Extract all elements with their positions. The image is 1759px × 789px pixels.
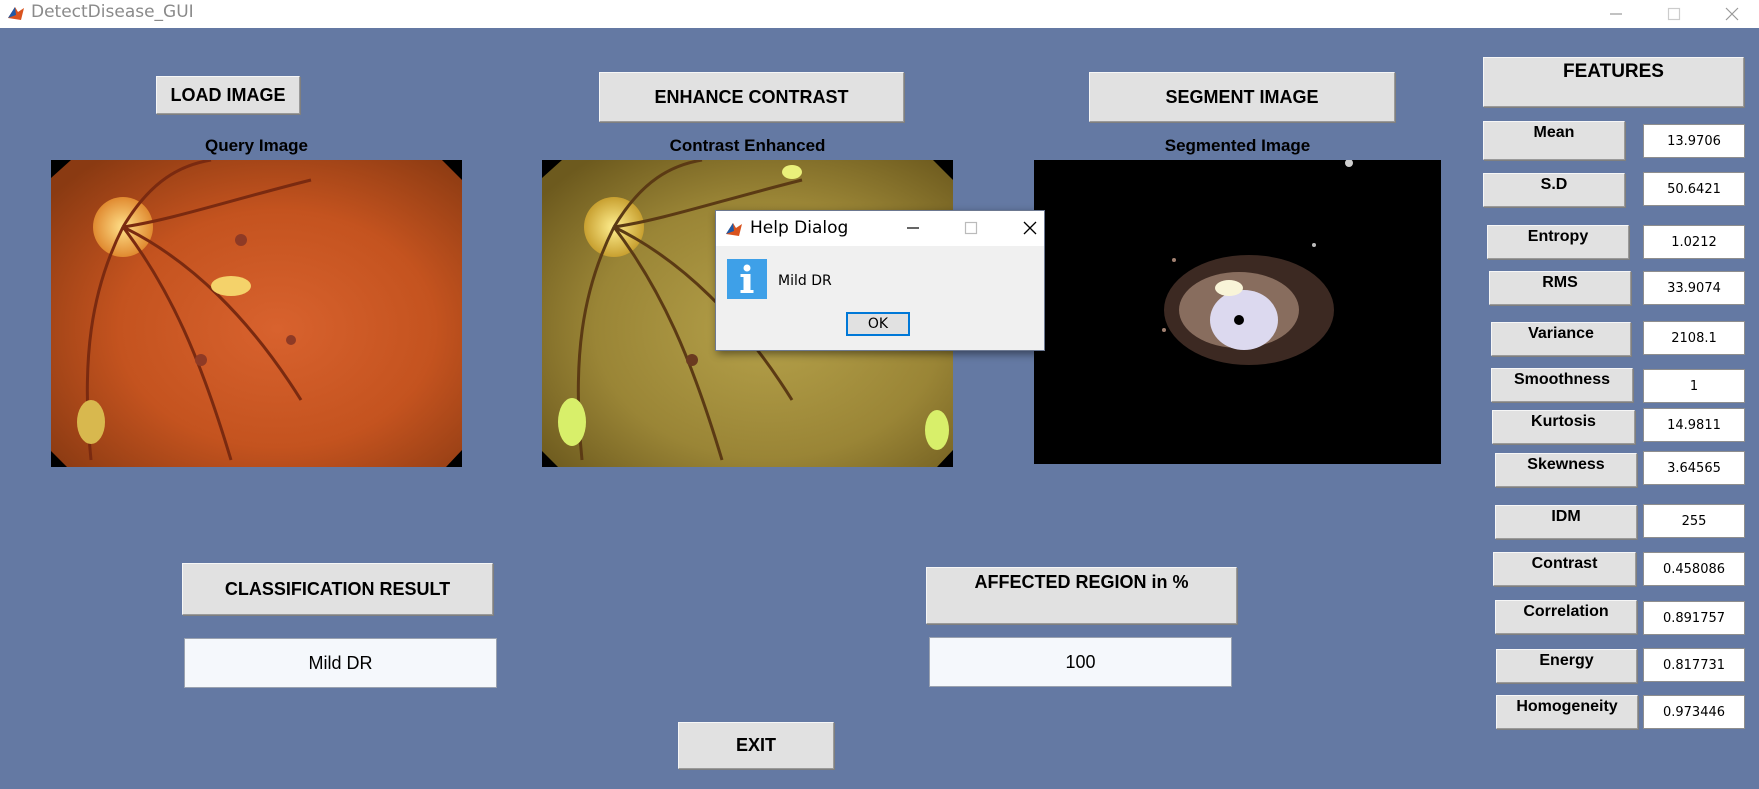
classification-result-field[interactable]: Mild DR bbox=[184, 638, 497, 688]
dialog-maximize-button[interactable] bbox=[955, 213, 987, 243]
feature-value-homogeneity[interactable]: 0.973446 bbox=[1643, 695, 1745, 729]
feature-label-variance: Variance bbox=[1491, 322, 1631, 356]
classification-result-button[interactable]: CLASSIFICATION RESULT bbox=[182, 563, 493, 615]
feature-label-kurtosis: Kurtosis bbox=[1492, 410, 1635, 444]
query-image-label: Query Image bbox=[205, 136, 308, 155]
dialog-close-button[interactable] bbox=[1014, 213, 1046, 243]
feature-label-smoothness: Smoothness bbox=[1491, 368, 1633, 402]
feature-value-rms[interactable]: 33.9074 bbox=[1643, 271, 1745, 305]
help-dialog: Help Dialog Mild DR OK bbox=[715, 210, 1045, 351]
dialog-message: Mild DR bbox=[778, 273, 832, 289]
feature-label-rms: RMS bbox=[1489, 271, 1631, 305]
close-icon bbox=[1725, 7, 1739, 21]
affected-region-field[interactable]: 100 bbox=[929, 637, 1232, 687]
close-icon bbox=[1023, 221, 1037, 235]
maximize-icon bbox=[1667, 7, 1681, 21]
exit-button[interactable]: EXIT bbox=[678, 722, 834, 769]
feature-value-mean[interactable]: 13.9706 bbox=[1643, 124, 1745, 158]
feature-label-energy: Energy bbox=[1496, 649, 1637, 683]
maximize-button[interactable] bbox=[1645, 0, 1703, 28]
feature-label-mean: Mean bbox=[1483, 121, 1625, 160]
feature-label-contrast: Contrast bbox=[1493, 552, 1636, 586]
feature-value-skewness[interactable]: 3.64565 bbox=[1643, 451, 1745, 485]
minimize-button[interactable] bbox=[1587, 0, 1645, 28]
feature-label-sd: S.D bbox=[1483, 173, 1625, 207]
dialog-titlebar: Help Dialog bbox=[716, 211, 1044, 246]
window-titlebar: DetectDisease_GUI bbox=[0, 0, 1759, 28]
contrast-enhanced-label: Contrast Enhanced bbox=[669, 136, 826, 155]
window-title: DetectDisease_GUI bbox=[31, 2, 194, 22]
minimize-icon bbox=[907, 227, 919, 229]
feature-value-variance[interactable]: 2108.1 bbox=[1643, 321, 1745, 355]
feature-label-homogeneity: Homogeneity bbox=[1496, 695, 1638, 729]
features-title: FEATURES bbox=[1483, 57, 1744, 107]
feature-value-correlation[interactable]: 0.891757 bbox=[1643, 601, 1745, 635]
dialog-minimize-button[interactable] bbox=[897, 213, 929, 243]
feature-label-entropy: Entropy bbox=[1487, 225, 1629, 259]
info-icon bbox=[727, 259, 767, 299]
query-image bbox=[51, 160, 462, 467]
affected-region-button[interactable]: AFFECTED REGION in % bbox=[926, 567, 1237, 624]
feature-value-sd[interactable]: 50.6421 bbox=[1643, 172, 1745, 206]
feature-label-skewness: Skewness bbox=[1495, 453, 1637, 487]
retina-fundus-query bbox=[51, 160, 462, 467]
matlab-icon bbox=[725, 220, 743, 238]
feature-label-correlation: Correlation bbox=[1495, 600, 1637, 634]
enhance-contrast-button[interactable]: ENHANCE CONTRAST bbox=[599, 72, 904, 122]
close-button[interactable] bbox=[1703, 0, 1759, 28]
minimize-icon bbox=[1610, 13, 1622, 15]
ok-button[interactable]: OK bbox=[846, 312, 910, 336]
load-image-button[interactable]: LOAD IMAGE bbox=[156, 76, 300, 114]
feature-value-idm[interactable]: 255 bbox=[1643, 504, 1745, 538]
segmented-image-label: Segmented Image bbox=[1164, 136, 1311, 155]
feature-value-energy[interactable]: 0.817731 bbox=[1643, 648, 1745, 682]
feature-value-entropy[interactable]: 1.0212 bbox=[1643, 225, 1745, 259]
feature-value-kurtosis[interactable]: 14.9811 bbox=[1643, 408, 1745, 442]
segmented-lesion bbox=[1034, 160, 1441, 464]
feature-value-contrast[interactable]: 0.458086 bbox=[1643, 552, 1745, 586]
matlab-icon bbox=[7, 4, 25, 22]
segment-image-button[interactable]: SEGMENT IMAGE bbox=[1089, 72, 1395, 122]
feature-label-idm: IDM bbox=[1495, 505, 1637, 539]
feature-value-smoothness[interactable]: 1 bbox=[1643, 369, 1745, 403]
maximize-icon bbox=[964, 221, 978, 235]
dialog-title: Help Dialog bbox=[750, 218, 849, 238]
segmented-image bbox=[1034, 160, 1441, 464]
